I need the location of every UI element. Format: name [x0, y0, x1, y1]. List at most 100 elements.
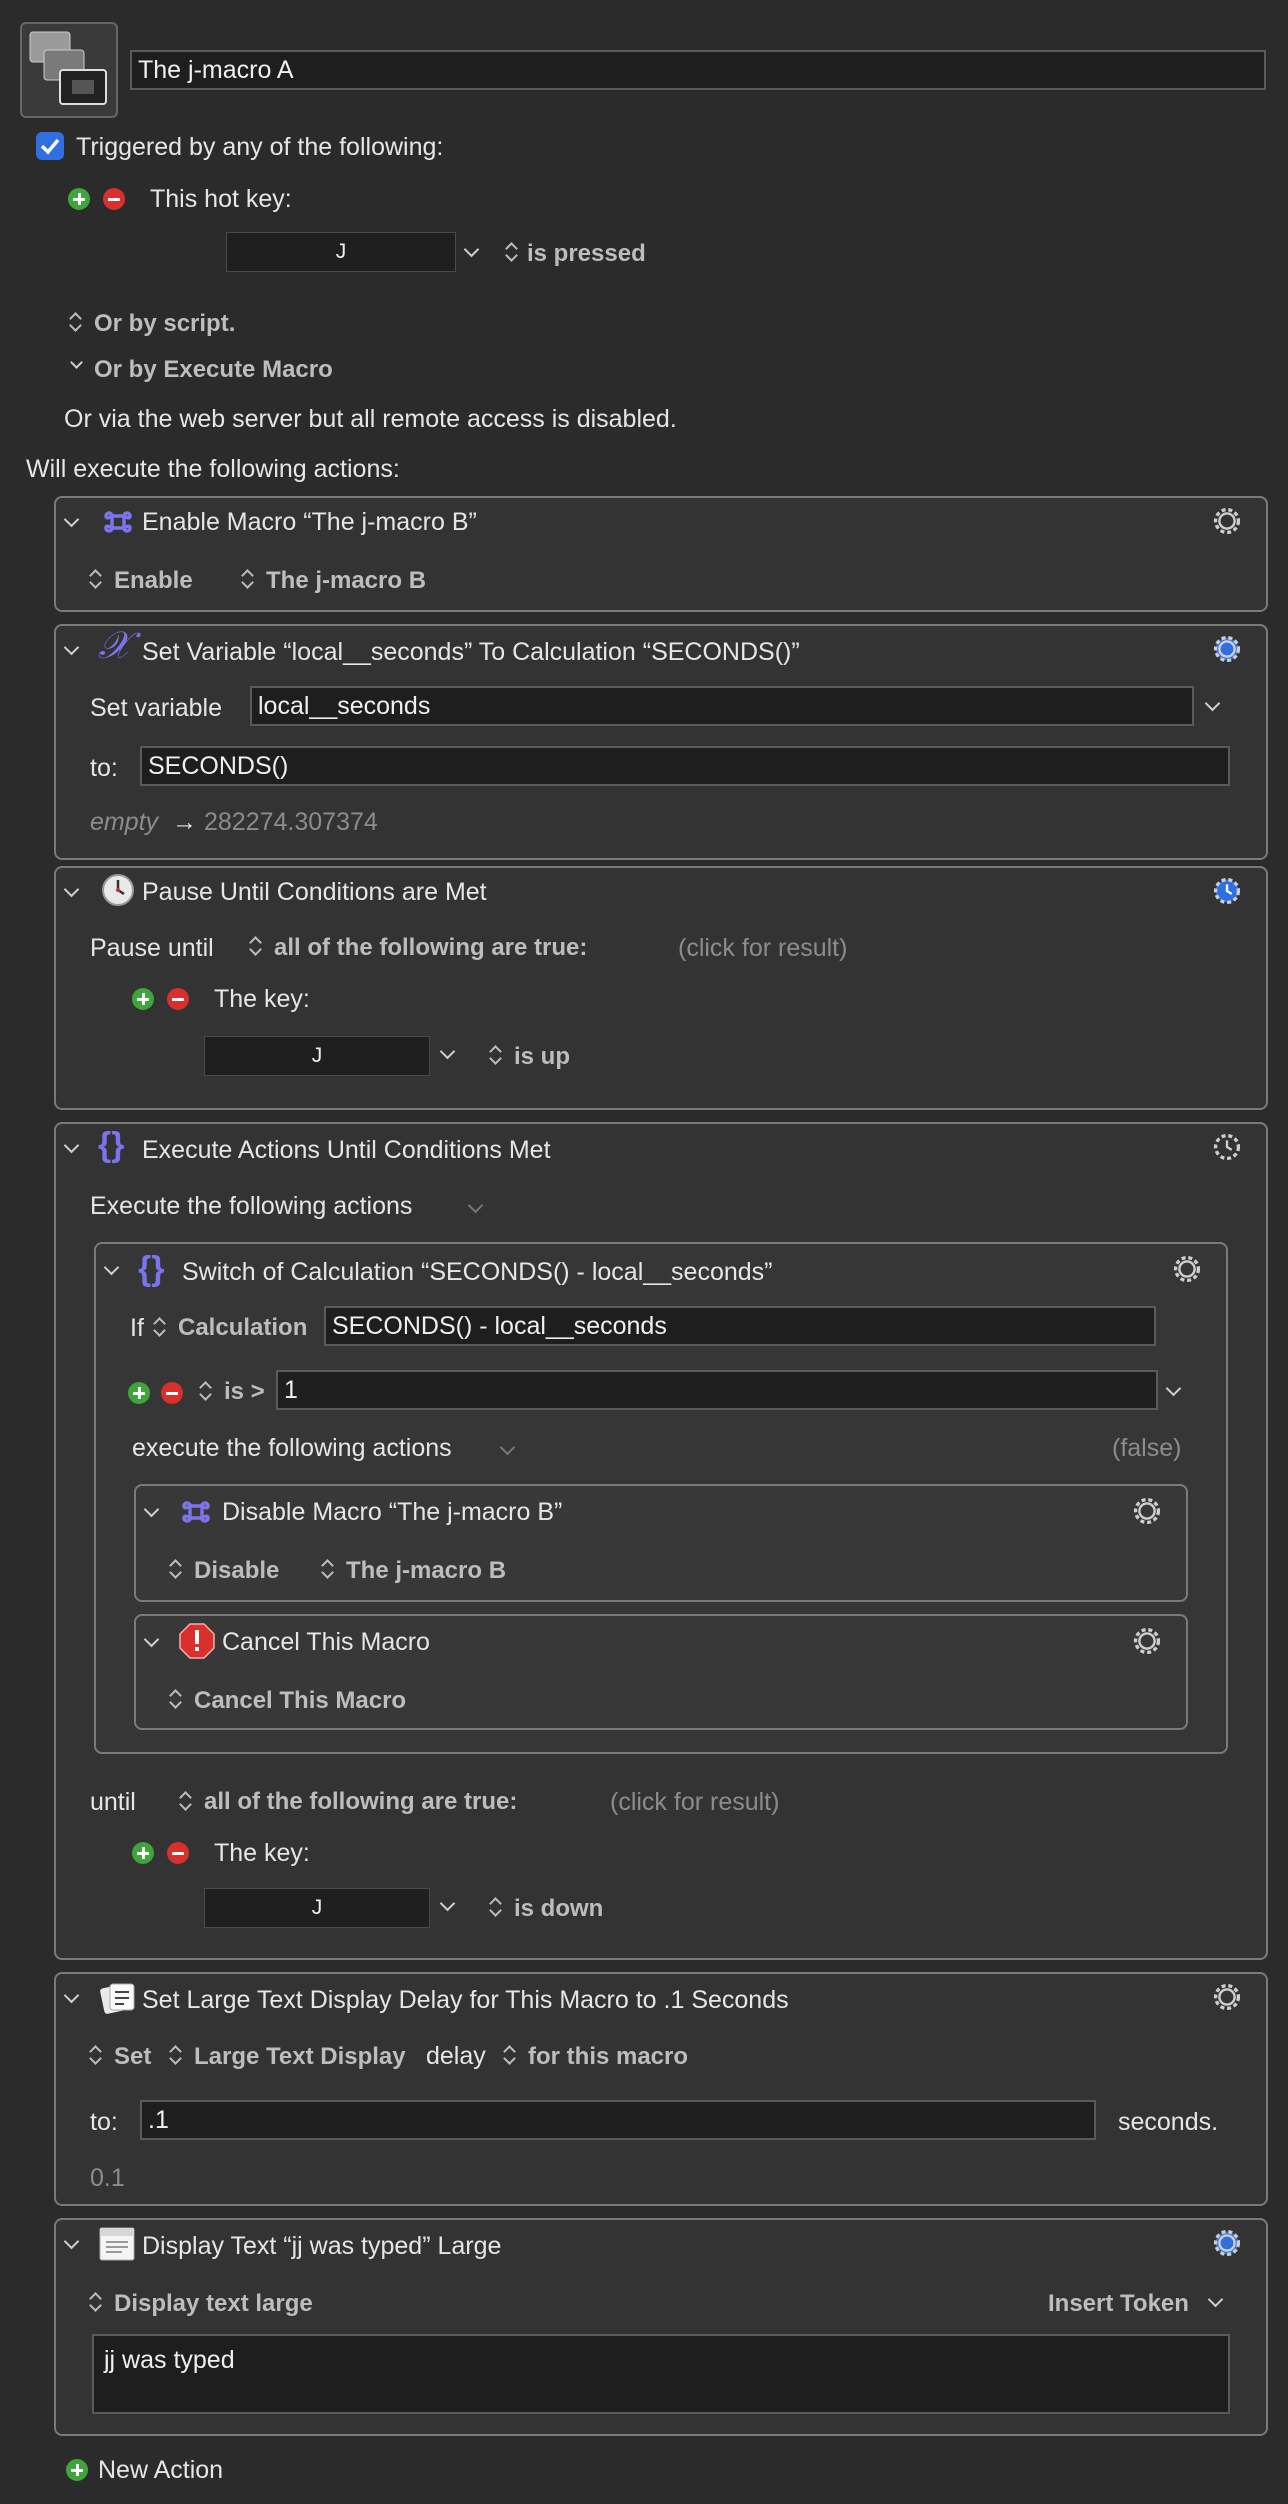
remove-trigger-icon[interactable] [103, 188, 125, 210]
add-condition-icon[interactable] [132, 988, 154, 1010]
by-execute-chevron-icon[interactable] [70, 356, 83, 369]
delay-scope-popup[interactable]: for this macro [528, 2045, 688, 2069]
pause-key-state-popup[interactable]: is up [514, 1045, 570, 1069]
checkmark-icon [40, 138, 60, 155]
display-text-title: Display Text “jj was typed” Large [142, 2232, 502, 2260]
remove-case-icon[interactable] [161, 1382, 183, 1404]
pause-click-for-result[interactable]: (click for result) [678, 936, 847, 961]
variable-name-input[interactable]: local__seconds [250, 686, 1194, 726]
cancel-mode-updown-icon[interactable] [168, 1688, 182, 1710]
new-action-button[interactable]: New Action [98, 2458, 223, 2483]
gear-icon[interactable] [1208, 1978, 1246, 2016]
display-text-area[interactable]: jj was typed [92, 2334, 1230, 2414]
actions-heading: Will execute the following actions: [26, 455, 400, 483]
switch-expression-input[interactable]: SECONDS() - local__seconds [324, 1306, 1156, 1346]
delay-target-popup[interactable]: Large Text Display [194, 2045, 406, 2069]
new-action-icon[interactable] [66, 2459, 88, 2481]
switch-title: Switch of Calculation “SECONDS() - local… [182, 1258, 773, 1286]
delay-set-popup[interactable]: Set [114, 2045, 151, 2069]
pause-until-label: Pause until [90, 934, 214, 962]
web-server-note: Or via the web server but all remote acc… [64, 405, 677, 433]
delay-to-label: to: [90, 2108, 118, 2136]
delay-set-updown-icon[interactable] [88, 2044, 102, 2066]
set-variable-title: Set Variable “local__seconds” To Calcula… [142, 638, 800, 666]
variable-value-input[interactable]: SECONDS() [140, 746, 1230, 786]
set-variable-to-label: to: [90, 754, 118, 782]
enable-mode-popup[interactable]: Enable [114, 569, 193, 593]
add-trigger-icon[interactable] [68, 188, 90, 210]
until-condition-updown-icon[interactable] [178, 1790, 192, 1812]
set-variable-result: 282274.307374 [204, 808, 378, 836]
hotkey-dropdown-icon[interactable] [463, 241, 480, 258]
cancel-title: Cancel This Macro [222, 1628, 430, 1656]
result-arrow-icon: → [172, 808, 197, 836]
pause-condition-updown-icon[interactable] [248, 935, 262, 957]
gear-icon[interactable] [1168, 1250, 1206, 1288]
braces-icon: {} [138, 1250, 165, 1288]
macro-name-input[interactable]: The j-macro A [130, 50, 1266, 90]
disable-target-popup[interactable]: The j-macro B [346, 1559, 506, 1583]
pause-condition-popup[interactable]: all of the following are true: [274, 936, 587, 960]
delay-unit-label: seconds. [1118, 2108, 1219, 2136]
until-label: until [90, 1788, 136, 1816]
delay-value-input[interactable]: .1 [140, 2100, 1096, 2140]
triggered-label: Triggered by any of the following: [76, 133, 444, 161]
pause-key-state-updown-icon[interactable] [488, 1044, 502, 1066]
execute-following-label: Execute the following actions [90, 1192, 413, 1220]
command-icon [104, 511, 132, 533]
braces-icon: {} [98, 1126, 125, 1164]
cancel-mode-popup[interactable]: Cancel This Macro [194, 1689, 406, 1713]
by-script-popup[interactable]: Or by script. [94, 312, 235, 336]
gear-icon[interactable] [1128, 1622, 1166, 1660]
command-icon [182, 1501, 210, 1523]
enable-mode-updown-icon[interactable] [88, 568, 102, 590]
enable-target-updown-icon[interactable] [240, 568, 254, 590]
add-case-icon[interactable] [128, 1382, 150, 1404]
disable-mode-popup[interactable]: Disable [194, 1559, 279, 1583]
switch-operator-updown-icon[interactable] [198, 1380, 212, 1402]
delay-card-icon [100, 1983, 135, 2014]
pause-key-label: The key: [214, 985, 310, 1013]
by-script-updown-icon[interactable] [68, 311, 82, 333]
gear-icon[interactable] [1128, 1492, 1166, 1530]
gear-icon[interactable] [1208, 1128, 1246, 1166]
triggered-checkbox[interactable] [36, 132, 64, 160]
disable-mode-updown-icon[interactable] [168, 1558, 182, 1580]
disable-target-updown-icon[interactable] [320, 1558, 334, 1580]
switch-compare-input[interactable]: 1 [276, 1370, 1158, 1410]
enable-target-popup[interactable]: The j-macro B [266, 569, 426, 593]
delay-result: 0.1 [90, 2164, 125, 2192]
disable-title: Disable Macro “The j-macro B” [222, 1498, 563, 1526]
until-key-state-popup[interactable]: is down [514, 1897, 603, 1921]
macro-icon[interactable] [20, 22, 118, 118]
remove-condition-icon[interactable] [167, 988, 189, 1010]
gear-icon[interactable] [1208, 2224, 1246, 2262]
hotkey-field[interactable]: J [226, 232, 456, 272]
until-click-for-result[interactable]: (click for result) [610, 1790, 779, 1815]
gear-icon[interactable] [1208, 872, 1246, 910]
hotkey-state-popup[interactable]: is pressed [527, 242, 646, 266]
until-key-state-updown-icon[interactable] [488, 1896, 502, 1918]
clock-icon [102, 874, 134, 906]
switch-type-popup[interactable]: Calculation [178, 1316, 307, 1340]
display-mode-popup[interactable]: Display text large [114, 2292, 313, 2316]
gear-icon[interactable] [1208, 502, 1246, 540]
switch-operator-popup[interactable]: is > [224, 1380, 265, 1404]
delay-scope-updown-icon[interactable] [502, 2044, 516, 2066]
until-condition-popup[interactable]: all of the following are true: [204, 1790, 517, 1814]
remove-condition-icon[interactable] [167, 1842, 189, 1864]
switch-type-updown-icon[interactable] [152, 1316, 166, 1338]
result-empty-label: empty [90, 808, 159, 836]
add-condition-icon[interactable] [132, 1842, 154, 1864]
switch-execute-label: execute the following actions [132, 1434, 452, 1462]
until-key-field[interactable]: J [204, 1888, 430, 1928]
insert-token-button[interactable]: Insert Token [1048, 2292, 1189, 2316]
by-execute-popup[interactable]: Or by Execute Macro [94, 358, 333, 382]
pause-title: Pause Until Conditions are Met [142, 878, 487, 906]
display-mode-updown-icon[interactable] [88, 2291, 102, 2313]
hotkey-state-updown-icon[interactable] [504, 241, 518, 263]
gear-icon[interactable] [1208, 630, 1246, 668]
delay-target-updown-icon[interactable] [168, 2044, 182, 2066]
until-key-label: The key: [214, 1839, 310, 1867]
pause-key-field[interactable]: J [204, 1036, 430, 1076]
